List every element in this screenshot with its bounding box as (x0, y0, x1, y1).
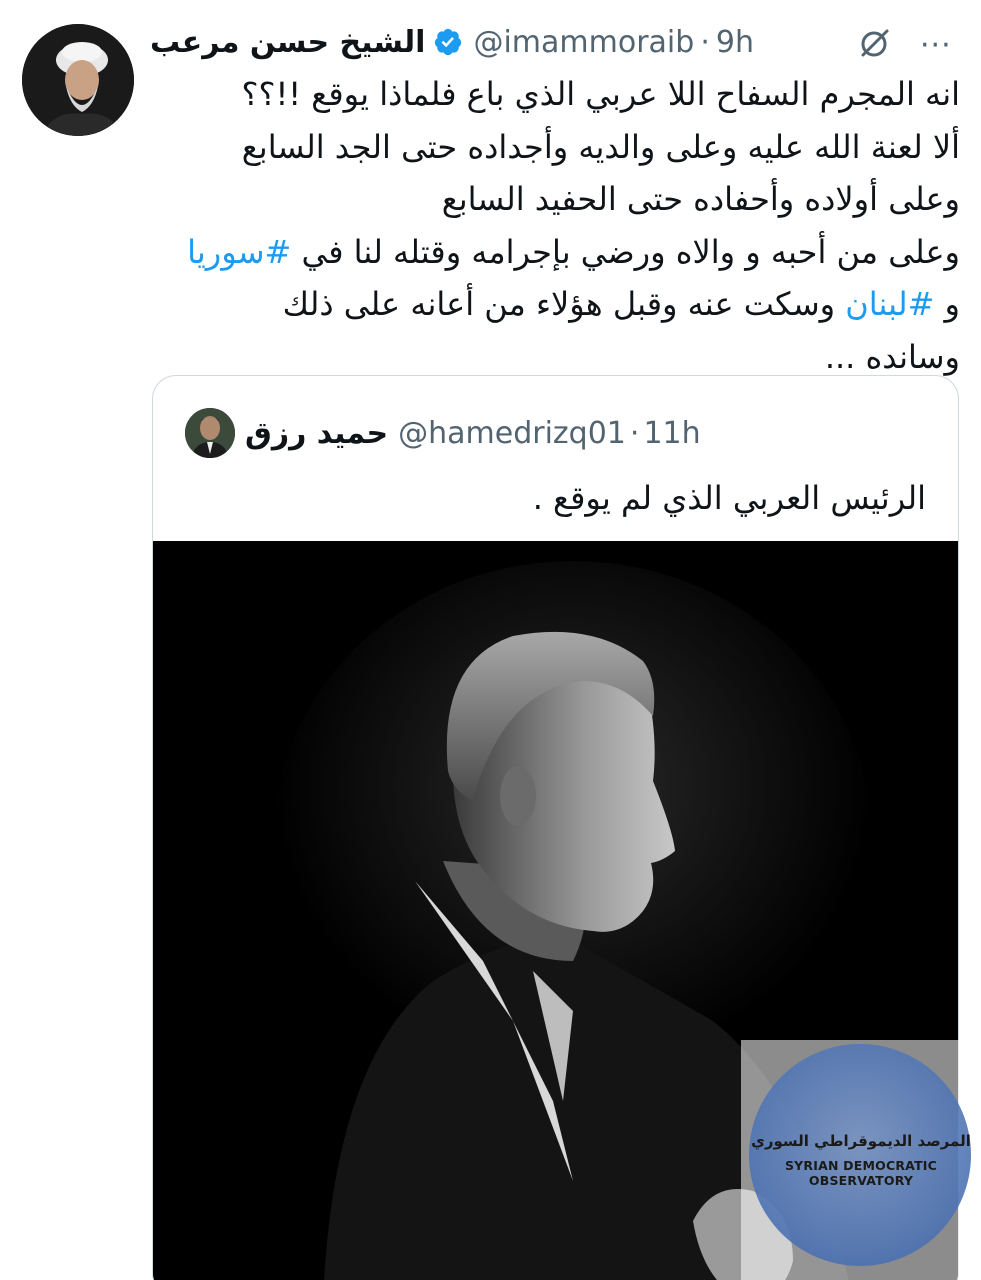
tweet-header: الشيخ حسن مرعب @imammoraib · 9h ··· (150, 18, 960, 66)
more-icon[interactable]: ··· (920, 28, 952, 63)
tweet-line: انه المجرم السفاح اللا عربي الذي باع فلم… (241, 75, 960, 113)
grok-icon[interactable] (854, 24, 894, 64)
watermark-globe-icon (749, 1044, 971, 1266)
quoted-tweet-text: الرئيس العربي الذي لم يوقع . (532, 479, 926, 517)
watermark-arabic: المرصد الديموقراطي السوري (751, 1132, 971, 1150)
author-name[interactable]: الشيخ حسن مرعب (150, 25, 425, 60)
tweet-line-text: و (934, 285, 960, 323)
tweet-line-text: وعلى من أحبه و والاه ورضي بإجرامه وقتله … (291, 232, 960, 271)
tweet-line: ألا لعنة الله عليه وعلى والديه وأجداده ح… (241, 127, 960, 166)
verified-badge-icon (435, 28, 462, 56)
tweet-line: و #لبنان وسكت عنه وقبل هؤلاء من أعانه عل… (150, 278, 960, 331)
author-avatar-photo (22, 24, 134, 136)
tweet-line-text: وسكت عنه وقبل هؤلاء من أعانه على ذلك (282, 285, 846, 323)
separator-dot: · (629, 415, 640, 451)
separator-dot: · (700, 24, 710, 60)
tweet-text: انه المجرم السفاح اللا عربي الذي باع فلم… (150, 68, 960, 383)
quoted-tweet-header: حميد رزق @hamedrizq01 · 11h (245, 406, 701, 460)
quoted-author-handle[interactable]: @hamedrizq01 (398, 416, 626, 451)
author-handle[interactable]: @imammoraib (473, 25, 694, 60)
tweet-line: وعلى أولاده وأحفاده حتى الحفيد السابع (441, 180, 960, 218)
tweet-view: الشيخ حسن مرعب @imammoraib · 9h ··· انه … (0, 0, 981, 1280)
quoted-tweet-time[interactable]: 11h (643, 416, 700, 451)
watermark-logo: المرصد الديموقراطي السوري SYRIAN DEMOCRA… (741, 1040, 981, 1280)
hashtag-link[interactable]: #سوريا (187, 233, 291, 271)
hashtag-link[interactable]: #لبنان (845, 285, 934, 323)
watermark-english: SYRIAN DEMOCRATIC OBSERVATORY (784, 1158, 938, 1188)
tweet-line: وعلى من أحبه و والاه ورضي بإجرامه وقتله … (150, 226, 960, 279)
quoted-avatar-photo (185, 408, 235, 458)
quoted-author-name[interactable]: حميد رزق (245, 416, 388, 451)
quoted-author-avatar[interactable] (185, 408, 235, 458)
author-avatar[interactable] (22, 24, 134, 136)
tweet-time[interactable]: 9h (716, 25, 754, 60)
